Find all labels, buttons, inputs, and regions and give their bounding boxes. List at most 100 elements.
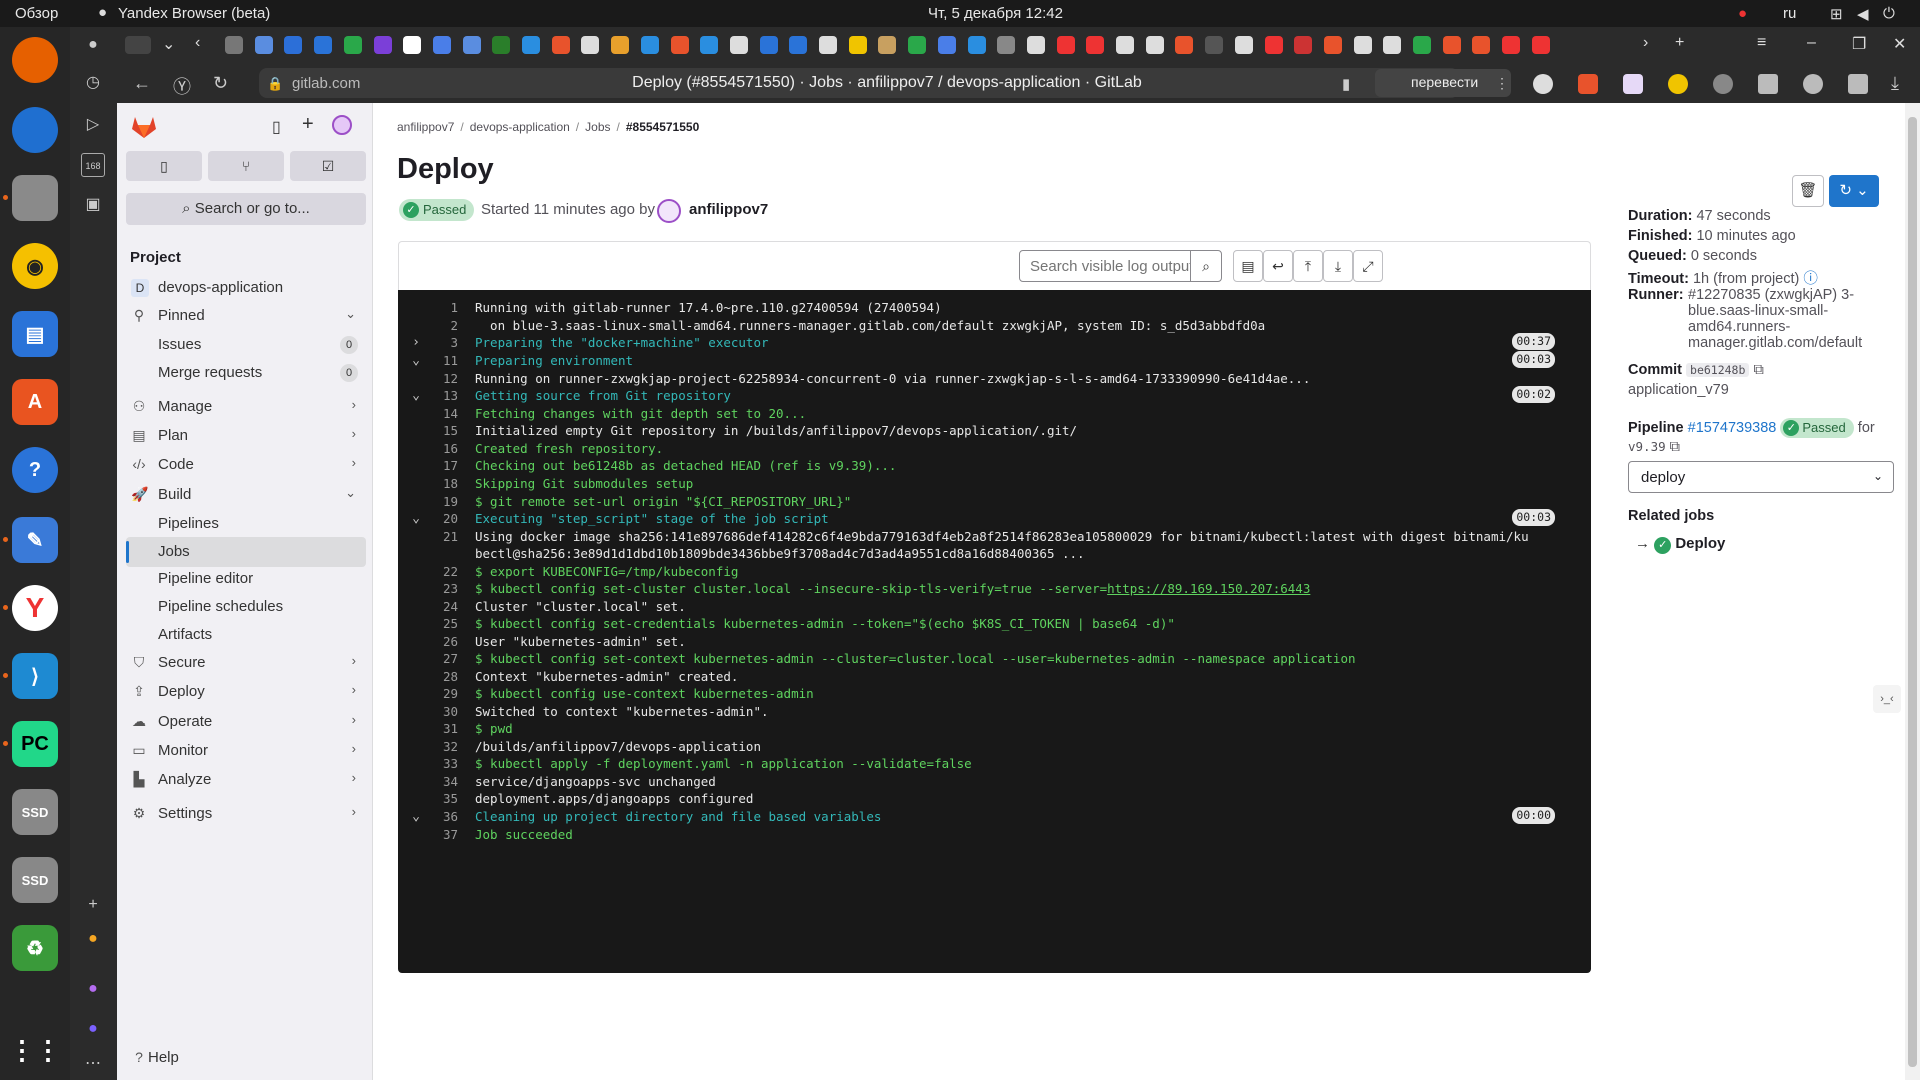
- add-panel-icon[interactable]: +: [81, 893, 105, 917]
- writer-icon[interactable]: ▤: [12, 311, 58, 357]
- log-line-number[interactable]: 23: [428, 580, 458, 597]
- chat-toggle-icon[interactable]: ›_‹: [1873, 685, 1901, 713]
- collapse-sidebar-icon[interactable]: ▯: [272, 117, 281, 137]
- sidebar-item-pipelines[interactable]: Pipelines: [126, 509, 366, 539]
- tab-favicon-icon[interactable]: [225, 36, 243, 54]
- language-indicator[interactable]: ru: [1783, 5, 1796, 22]
- mail-icon[interactable]: ●: [81, 927, 105, 951]
- text-editor-icon[interactable]: ✎: [12, 517, 58, 563]
- tab-favicon-icon[interactable]: [403, 36, 422, 54]
- sidebar-item-issues[interactable]: Issues 0: [126, 330, 366, 360]
- more-icon[interactable]: ⋯: [81, 1052, 105, 1076]
- screenshot-icon[interactable]: ▣: [81, 193, 105, 217]
- extension-icon-3[interactable]: [1623, 74, 1643, 94]
- app-center-icon[interactable]: A: [12, 379, 58, 425]
- firefox-icon[interactable]: [12, 37, 58, 83]
- tab-favicon-icon[interactable]: [1323, 36, 1342, 54]
- sidebar-item-analyze[interactable]: ▙ Analyze ›: [126, 765, 366, 795]
- history-icon[interactable]: ◷: [81, 71, 105, 95]
- active-tab-icon[interactable]: [125, 36, 151, 54]
- sidebar-item-jobs[interactable]: Jobs: [126, 537, 366, 567]
- related-job-item[interactable]: → ✓ Deploy: [1635, 535, 1725, 554]
- sidebar-item-secure[interactable]: ⛉ Secure ›: [126, 648, 366, 678]
- tab-favicon-icon[interactable]: [967, 36, 986, 54]
- merge-requests-shortcut-icon[interactable]: ⑂: [208, 151, 284, 181]
- tab-favicon-icon[interactable]: [1294, 36, 1313, 54]
- downloads-icon[interactable]: ⤓: [1891, 73, 1899, 94]
- profile-icon[interactable]: ●: [81, 33, 105, 57]
- tab-favicon-icon[interactable]: [284, 36, 303, 54]
- log-line-number[interactable]: 18: [428, 475, 458, 492]
- network-icon[interactable]: ⊞: [1830, 5, 1843, 23]
- sidebar-item-plan[interactable]: ▤ Plan ›: [126, 421, 366, 451]
- extension-icon-4[interactable]: [1668, 74, 1688, 94]
- page-scrollbar[interactable]: [1905, 103, 1920, 1080]
- pycharm-icon[interactable]: PC: [12, 721, 58, 767]
- log-line-number[interactable]: 16: [428, 440, 458, 457]
- minimize-icon[interactable]: –: [1807, 34, 1816, 52]
- log-line-number[interactable]: 20: [428, 510, 458, 527]
- tab-favicon-icon[interactable]: [1383, 36, 1402, 54]
- sidebar-item-monitor[interactable]: ▭ Monitor ›: [126, 736, 366, 766]
- tab-favicon-icon[interactable]: [819, 36, 837, 54]
- breadcrumb-jobs[interactable]: Jobs: [585, 120, 610, 134]
- pipeline-link[interactable]: #1574739388: [1688, 420, 1777, 436]
- scroll-tabs-right-icon[interactable]: ›: [1643, 34, 1648, 52]
- chevron-down-icon[interactable]: ⌄: [408, 808, 424, 825]
- log-line-number[interactable]: 3: [428, 334, 458, 351]
- wrap-lines-button[interactable]: ↩: [1263, 250, 1293, 282]
- log-line-number[interactable]: 26: [428, 633, 458, 650]
- translate-button[interactable]: перевести: [1375, 69, 1511, 97]
- todo-shortcut-icon[interactable]: ☑: [290, 151, 366, 181]
- tab-favicon-icon[interactable]: [1264, 36, 1283, 54]
- tab-favicon-icon[interactable]: [314, 36, 333, 54]
- log-line-number[interactable]: 15: [428, 422, 458, 439]
- tab-favicon-icon[interactable]: [1056, 36, 1075, 54]
- log-line-number[interactable]: 33: [428, 755, 458, 772]
- log-line-number[interactable]: 13: [428, 387, 458, 404]
- tab-favicon-icon[interactable]: [1442, 36, 1461, 54]
- play-icon[interactable]: ▷: [81, 113, 105, 137]
- log-line-number[interactable]: 35: [428, 790, 458, 807]
- tab-favicon-icon[interactable]: [789, 36, 808, 54]
- tab-favicon-icon[interactable]: [937, 36, 956, 54]
- tab-favicon-icon[interactable]: [522, 36, 540, 54]
- pipeline-status-badge[interactable]: ✓ Passed: [1780, 418, 1854, 438]
- copy-icon[interactable]: ⧉: [1670, 439, 1680, 455]
- tab-favicon-icon[interactable]: [462, 36, 481, 54]
- sidebar-item-pinned[interactable]: ⚲ Pinned ⌄: [126, 301, 366, 331]
- restore-icon[interactable]: ❐: [1852, 34, 1866, 54]
- tab-favicon-icon[interactable]: [700, 36, 719, 54]
- tab-favicon-icon[interactable]: [670, 36, 689, 54]
- new-tab-icon[interactable]: +: [1675, 34, 1684, 52]
- log-link[interactable]: https://89.169.150.207:6443: [1107, 581, 1310, 596]
- chevron-down-icon[interactable]: ⌄: [408, 510, 424, 527]
- sidebar-item-deploy[interactable]: ⇪ Deploy ›: [126, 677, 366, 707]
- tab-favicon-icon[interactable]: [1205, 36, 1224, 54]
- help-button[interactable]: ? Help: [126, 1043, 366, 1073]
- help-circle-icon[interactable]: ⓘ: [1803, 271, 1818, 287]
- tab-favicon-icon[interactable]: [908, 36, 927, 54]
- chevron-down-icon[interactable]: ⌄: [408, 387, 424, 404]
- job-log[interactable]: 1 Running with gitlab-runner 17.4.0~pre.1…: [398, 290, 1591, 973]
- tab-favicon-icon[interactable]: [1353, 36, 1372, 54]
- gitlab-logo-icon[interactable]: [131, 115, 157, 139]
- tab-favicon-icon[interactable]: [1026, 36, 1045, 54]
- extension-icon-6[interactable]: [1758, 74, 1778, 94]
- fullscreen-button[interactable]: ⤢: [1353, 250, 1383, 282]
- chevron-right-icon[interactable]: ›: [408, 334, 424, 351]
- sidebar-item-artifacts[interactable]: Artifacts: [126, 620, 366, 650]
- alice-icon[interactable]: ●: [81, 977, 105, 1001]
- log-line-number[interactable]: 19: [428, 493, 458, 510]
- tab-favicon-icon[interactable]: [640, 36, 659, 54]
- vscode-icon[interactable]: ⟩: [12, 653, 58, 699]
- sidebar-item-operate[interactable]: ☁ Operate ›: [126, 707, 366, 737]
- log-line-number[interactable]: 12: [428, 370, 458, 387]
- log-line-number[interactable]: 1: [428, 299, 458, 316]
- tab-favicon-icon[interactable]: [1472, 36, 1491, 54]
- volume-icon[interactable]: ◀: [1857, 5, 1869, 23]
- tab-favicon-icon[interactable]: [759, 36, 778, 54]
- yandex-tray-icon[interactable]: ●: [1738, 5, 1747, 22]
- avatar[interactable]: [657, 199, 681, 223]
- job-user-link[interactable]: anfilippov7: [689, 201, 768, 218]
